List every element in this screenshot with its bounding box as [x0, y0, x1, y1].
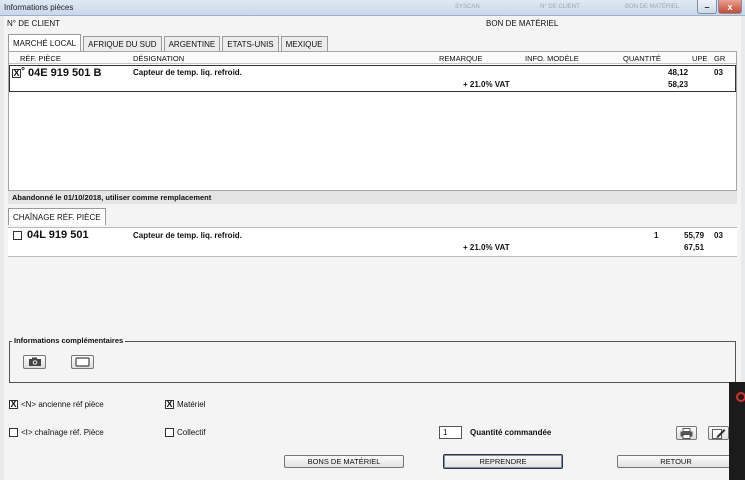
- frame-icon: [75, 357, 90, 367]
- vat-label: + 21.0% VAT: [463, 243, 510, 252]
- ghost-label: BON DE MATÉRIEL: [625, 4, 680, 10]
- collective-label: Collectif: [177, 428, 206, 437]
- market-tabs: MARCHÉ LOCAL AFRIQUE DU SUD ARGENTINE ET…: [8, 34, 328, 51]
- col-remark: REMARQUE: [439, 54, 483, 63]
- part-price-vat: 58,23: [668, 80, 689, 89]
- part-price: 55,79: [684, 231, 705, 240]
- part-ref: 04E 919 501 B: [28, 67, 102, 79]
- discontinued-notice: Abandonné le 01/10/2018, utiliser comme …: [8, 191, 737, 204]
- material-label: Matériel: [177, 400, 206, 409]
- table-header: RÉF. PIÈCE DÉSIGNATION REMARQUE INFO. MO…: [9, 52, 736, 64]
- print-button[interactable]: [676, 426, 697, 440]
- close-button[interactable]: x: [718, 0, 742, 14]
- part-price-vat: 67,51: [684, 243, 705, 252]
- tab-marche-local[interactable]: MARCHÉ LOCAL: [8, 34, 82, 51]
- title-bar: Informations pièces SYSCAN N° DE CLIENT …: [0, 0, 745, 16]
- extra-info-legend: Informations complémentaires: [12, 336, 126, 345]
- chain-tabs: CHAÎNAGE RÉF. PIÈCE: [8, 208, 106, 225]
- part-price: 48,12: [668, 68, 689, 77]
- tab-mexique[interactable]: MEXIQUE: [280, 36, 328, 51]
- power-icon: [736, 392, 745, 402]
- ghost-label: N° DE CLIENT: [540, 4, 580, 10]
- tab-afrique-du-sud[interactable]: AFRIQUE DU SUD: [83, 36, 162, 51]
- order-number-label: BON DE MATÉRIEL: [486, 19, 559, 28]
- vat-label: + 21.0% VAT: [463, 80, 510, 89]
- part-designation: Capteur de temp. liq. refroid.: [133, 231, 242, 240]
- chain-table: 04L 919 501 Capteur de temp. liq. refroi…: [8, 227, 737, 257]
- close-icon: x: [727, 1, 733, 12]
- window-client: N° DE CLIENT BON DE MATÉRIEL MARCHÉ LOCA…: [4, 16, 741, 480]
- part-gr: 03: [714, 68, 723, 77]
- window-title: Informations pièces: [4, 3, 74, 12]
- bons-de-materiel-button[interactable]: BONS DE MATÉRIEL: [284, 455, 404, 468]
- row-checkbox[interactable]: X: [12, 69, 21, 78]
- edit-pencil-icon: [711, 428, 725, 439]
- part-flag: °: [21, 66, 25, 77]
- camera-icon: [28, 357, 41, 366]
- part-designation: Capteur de temp. liq. refroid.: [133, 68, 242, 77]
- printer-icon: [680, 427, 693, 439]
- edit-button[interactable]: [708, 426, 729, 440]
- reprendre-button[interactable]: REPRENDRE: [443, 454, 563, 469]
- minimize-button[interactable]: –: [697, 0, 717, 14]
- quantity-label: Quantité commandée: [470, 428, 552, 437]
- table-row[interactable]: 04L 919 501 Capteur de temp. liq. refroi…: [8, 228, 737, 258]
- row-checkbox[interactable]: [13, 231, 22, 240]
- col-designation: DÉSIGNATION: [133, 54, 185, 63]
- table-row[interactable]: X ° 04E 919 501 B Capteur de temp. liq. …: [9, 65, 736, 92]
- old-ref-label: <N> ancienne réf pièce: [21, 400, 104, 409]
- quantity-input[interactable]: 1: [439, 426, 462, 439]
- parts-table: RÉF. PIÈCE DÉSIGNATION REMARQUE INFO. MO…: [8, 51, 737, 191]
- ghost-label: SYSCAN: [455, 4, 480, 10]
- minimize-icon: –: [704, 1, 710, 12]
- extra-info-group: [9, 341, 736, 383]
- col-upe: UPE: [692, 54, 708, 63]
- frame-button[interactable]: [71, 355, 94, 369]
- material-checkbox[interactable]: X: [165, 400, 174, 409]
- tab-chainage-ref-piece[interactable]: CHAÎNAGE RÉF. PIÈCE: [8, 208, 106, 225]
- tab-argentine[interactable]: ARGENTINE: [163, 36, 221, 51]
- chain-ref-label: <I> chaînage réf. Pièce: [21, 428, 104, 437]
- col-ref: RÉF. PIÈCE: [20, 54, 61, 63]
- client-number-label: N° DE CLIENT: [7, 19, 60, 28]
- part-gr: 03: [714, 231, 723, 240]
- col-quantity: QUANTITÉ: [623, 54, 661, 63]
- part-ref: 04L 919 501: [27, 229, 89, 241]
- part-quantity: 1: [654, 231, 659, 240]
- col-gr: GR: [714, 54, 726, 63]
- camera-button[interactable]: [23, 355, 46, 369]
- col-model-info: INFO. MODÈLE: [525, 54, 579, 63]
- tab-etats-unis[interactable]: ETATS-UNIS: [222, 36, 279, 51]
- chain-ref-checkbox[interactable]: [9, 428, 18, 437]
- old-ref-checkbox[interactable]: X: [9, 400, 18, 409]
- collective-checkbox[interactable]: [165, 428, 174, 437]
- retour-button[interactable]: RETOUR: [617, 455, 735, 468]
